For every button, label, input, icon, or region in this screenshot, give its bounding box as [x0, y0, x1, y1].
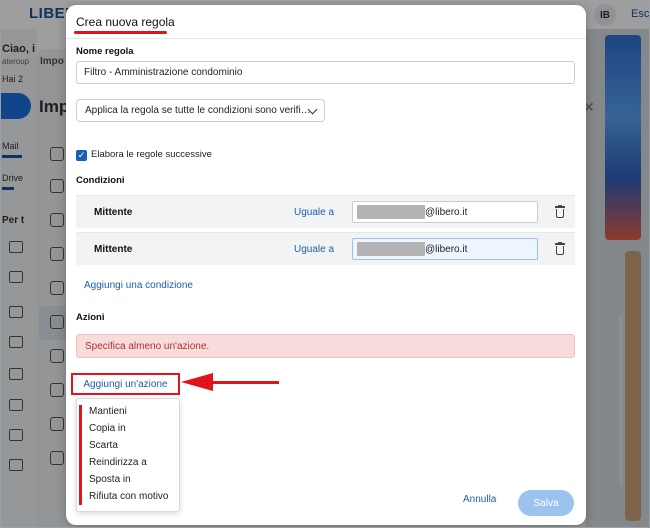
add-action-label: Aggiungi un'azione	[83, 378, 168, 390]
annotation-arrow-head	[181, 373, 213, 391]
menu-item-copy-to[interactable]: Copia in	[89, 423, 126, 434]
process-next-checkbox[interactable]: ✓	[76, 150, 87, 161]
add-action-button[interactable]: Aggiungi un'azione	[71, 373, 180, 395]
process-next-label[interactable]: Elabora le regole successive	[91, 149, 212, 160]
annotation-bar	[79, 405, 82, 505]
condition-field[interactable]: Mittente	[94, 207, 132, 218]
condition-value-suffix: @libero.it	[425, 206, 468, 218]
menu-item-reject[interactable]: Rifiuta con motivo	[89, 491, 168, 502]
menu-item-keep[interactable]: Mantieni	[89, 406, 127, 417]
save-button[interactable]: Salva	[518, 490, 574, 516]
trash-icon[interactable]	[555, 242, 565, 255]
condition-operator[interactable]: Uguale a	[294, 207, 334, 218]
dialog-title: Crea nuova regola	[76, 15, 175, 29]
match-condition-value: Applica la regola se tutte le condizioni…	[85, 105, 311, 116]
rule-name-label: Nome regola	[76, 46, 134, 57]
condition-value-input[interactable]: @libero.it	[352, 201, 538, 223]
redacted-text	[357, 205, 425, 219]
condition-field[interactable]: Mittente	[94, 244, 132, 255]
scrollbar[interactable]	[619, 316, 623, 486]
redacted-text	[357, 242, 425, 256]
save-label: Salva	[533, 497, 559, 509]
condition-value-suffix: @libero.it	[425, 243, 468, 255]
action-dropdown-menu: Mantieni Copia in Scarta Reindirizza a S…	[76, 398, 180, 512]
menu-item-redirect[interactable]: Reindirizza a	[89, 457, 147, 468]
add-condition-link[interactable]: Aggiungi una condizione	[84, 280, 193, 291]
cancel-button[interactable]: Annulla	[463, 494, 496, 505]
actions-heading: Azioni	[76, 312, 105, 323]
rule-name-input[interactable]: Filtro - Amministrazione condominio	[76, 61, 575, 84]
menu-item-move-to[interactable]: Sposta in	[89, 474, 131, 485]
condition-operator[interactable]: Uguale a	[294, 244, 334, 255]
condition-value-input[interactable]: @libero.it	[352, 238, 538, 260]
menu-item-discard[interactable]: Scarta	[89, 440, 118, 451]
match-condition-select[interactable]: Applica la regola se tutte le condizioni…	[76, 99, 325, 122]
new-rule-dialog: Crea nuova regola Nome regola Filtro - A…	[66, 5, 586, 525]
screenshot-frame: LIBERO IB Esc Ciao, i ateroup Hai 2 Mail…	[0, 0, 650, 528]
condition-row: Mittente Uguale a @libero.it	[76, 195, 575, 228]
annotation-underline	[74, 31, 167, 34]
condition-row: Mittente Uguale a @libero.it	[76, 232, 575, 265]
conditions-heading: Condizioni	[76, 175, 125, 186]
actions-error-alert: Specifica almeno un'azione.	[76, 334, 575, 358]
divider	[66, 38, 586, 39]
annotation-arrow	[211, 381, 279, 384]
trash-icon[interactable]	[555, 205, 565, 218]
